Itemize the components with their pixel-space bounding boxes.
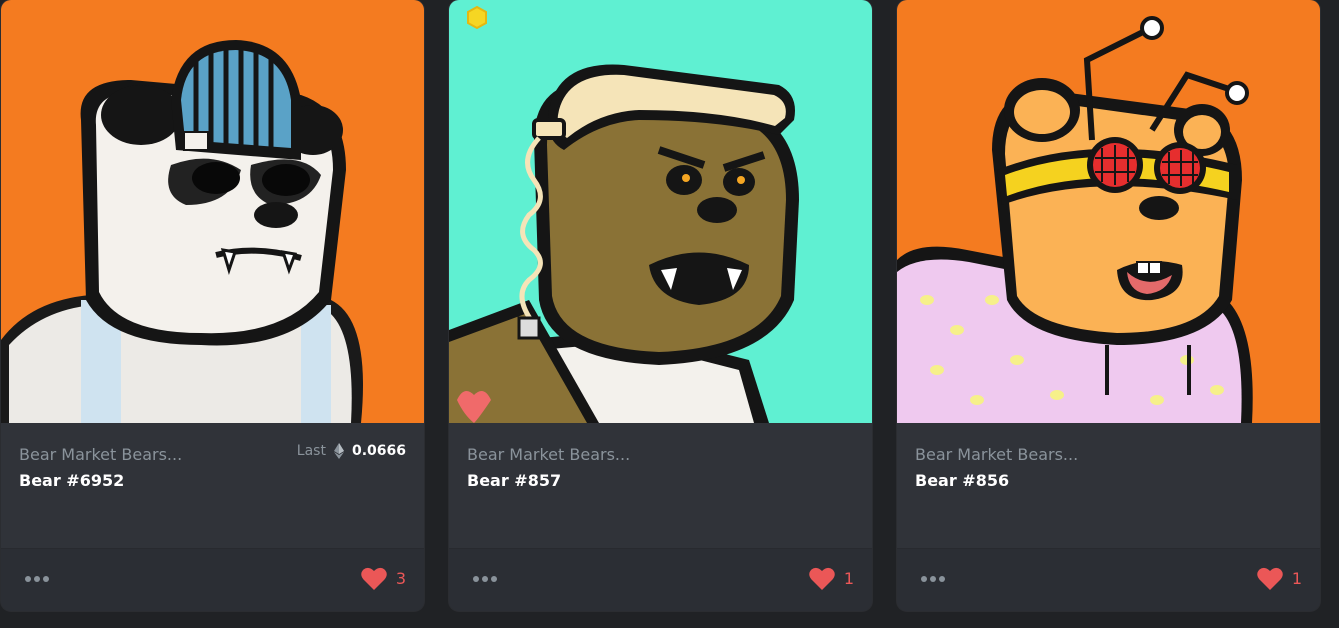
nft-card-grid: Bear Market Bears... Bear #6952 Last 0.0… xyxy=(0,0,1339,628)
favorite-button[interactable]: 1 xyxy=(1257,567,1302,590)
card-info: Bear Market Bears... Bear #6952 Last 0.0… xyxy=(1,423,424,548)
card-footer: 3 xyxy=(1,548,424,611)
like-count: 1 xyxy=(843,569,854,588)
more-dots-icon[interactable] xyxy=(473,576,499,584)
last-sale-label: Last xyxy=(296,443,326,459)
nft-image[interactable] xyxy=(449,0,872,423)
nft-card[interactable]: Bear Market Bears... Bear #6952 Last 0.0… xyxy=(1,0,424,611)
nft-name[interactable]: Bear #6952 xyxy=(19,471,124,490)
nft-image[interactable] xyxy=(897,0,1320,423)
card-info: Bear Market Bears... Bear #856 xyxy=(897,423,1320,548)
nft-name[interactable]: Bear #856 xyxy=(915,471,1009,490)
card-info: Bear Market Bears... Bear #857 xyxy=(449,423,872,548)
heart-icon xyxy=(361,567,387,590)
nft-card[interactable]: Bear Market Bears... Bear #857 1 xyxy=(449,0,872,611)
favorite-button[interactable]: 1 xyxy=(809,567,854,590)
collection-name[interactable]: Bear Market Bears... xyxy=(19,445,182,464)
more-dots-icon[interactable] xyxy=(921,576,947,584)
collection-name[interactable]: Bear Market Bears... xyxy=(467,445,630,464)
nft-name[interactable]: Bear #857 xyxy=(467,471,561,490)
nft-card[interactable]: Bear Market Bears... Bear #856 1 xyxy=(897,0,1320,611)
favorite-button[interactable]: 3 xyxy=(361,567,406,590)
heart-icon xyxy=(809,567,835,590)
collection-name[interactable]: Bear Market Bears... xyxy=(915,445,1078,464)
last-sale: Last 0.0666 xyxy=(297,443,406,459)
more-dots-icon[interactable] xyxy=(25,576,51,584)
ethereum-icon xyxy=(333,443,344,459)
like-count: 1 xyxy=(1291,569,1302,588)
last-sale-price: 0.0666 xyxy=(351,443,406,459)
nft-image[interactable] xyxy=(1,0,424,423)
card-footer: 1 xyxy=(897,548,1320,611)
card-footer: 1 xyxy=(449,548,872,611)
like-count: 3 xyxy=(395,569,406,588)
heart-icon xyxy=(1257,567,1283,590)
